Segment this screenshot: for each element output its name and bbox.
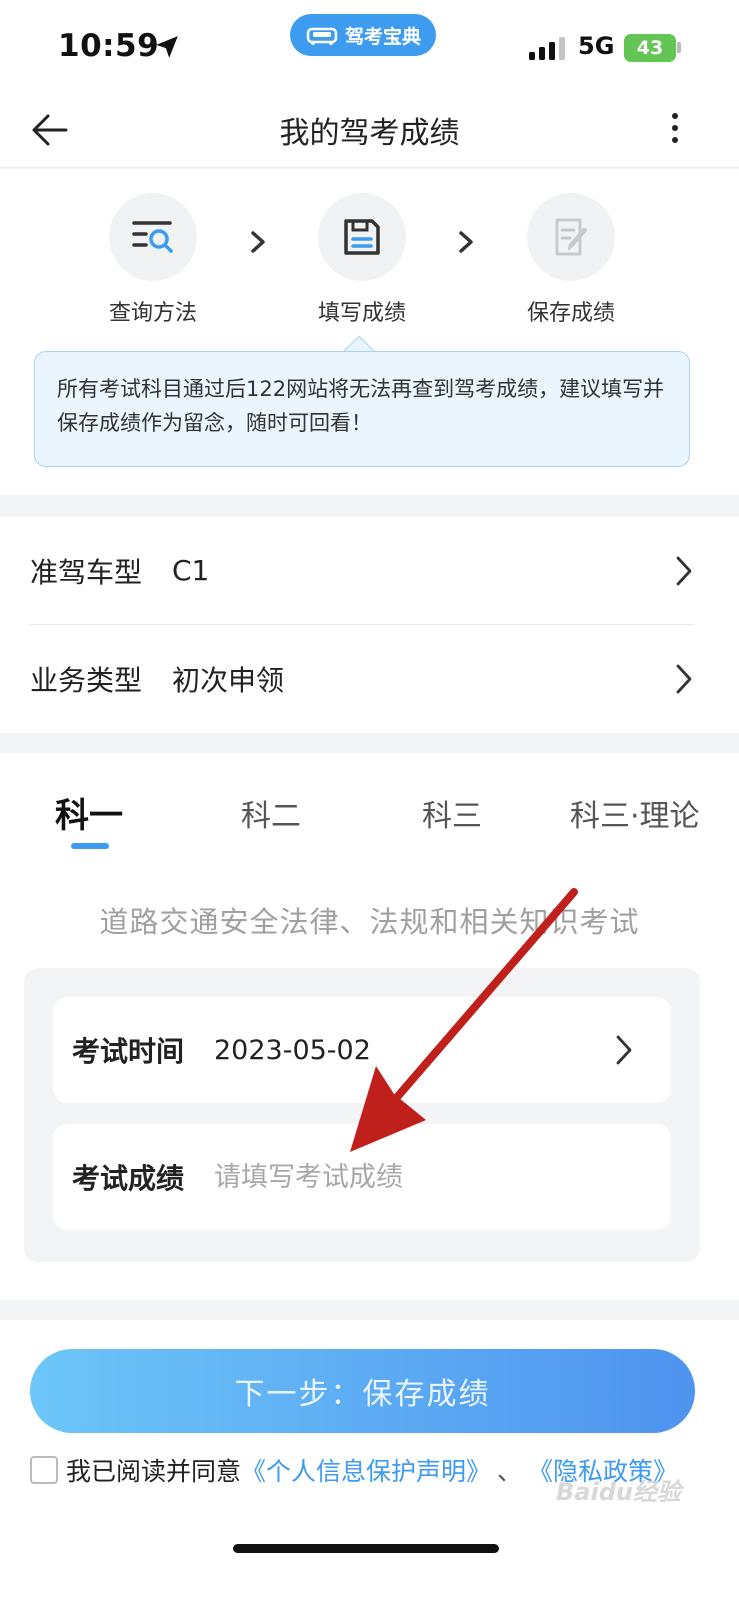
link-separator: 、 — [497, 1457, 523, 1486]
step-fill-score[interactable]: 填写成绩 — [282, 193, 442, 327]
search-list-icon — [132, 221, 173, 253]
agreement-checkbox[interactable] — [30, 1456, 58, 1484]
exam-score-input[interactable] — [214, 1161, 671, 1193]
location-arrow-icon — [156, 36, 178, 58]
step-save-score[interactable]: 保存成绩 — [491, 193, 651, 327]
home-indicator[interactable] — [233, 1544, 499, 1553]
exam-date-value: 2023-05-02 — [214, 1034, 371, 1066]
tip-text: 所有考试科目通过后122网站将无法再查到驾考成绩，建议填写并保存成绩作为留念，随… — [57, 377, 665, 435]
next-save-score-button[interactable]: 下一步：保存成绩 — [30, 1349, 695, 1433]
vehicle-type-row[interactable]: 准驾车型 C1 — [30, 517, 695, 624]
business-type-value: 初次申领 — [172, 663, 285, 697]
business-type-label: 业务类型 — [30, 663, 143, 697]
page-title: 我的驾考成绩 — [279, 116, 460, 151]
cellular-signal-icon — [529, 37, 565, 60]
step-chevron-icon — [251, 231, 265, 253]
chevron-right-icon — [676, 664, 692, 693]
app-return-pill[interactable]: 驾考宝典 — [290, 14, 436, 56]
battery-icon: 43 — [624, 34, 676, 62]
tab-subject-3-theory[interactable]: 科三·理论 — [570, 791, 700, 835]
chevron-right-icon — [616, 1035, 632, 1065]
license-info-section: 准驾车型 C1 业务类型 初次申领 — [0, 517, 739, 733]
network-type: 5G — [578, 32, 615, 60]
step-label: 填写成绩 — [317, 301, 406, 326]
battery-level: 43 — [636, 37, 664, 59]
privacy-statement-link[interactable]: 《个人信息保护声明》 — [241, 1452, 491, 1488]
tab-subject-2[interactable]: 科二 — [241, 791, 301, 835]
tab-subject-1[interactable]: 科一 — [55, 788, 123, 837]
step-icon-circle — [527, 193, 615, 281]
exam-date-label: 考试时间 — [72, 1035, 185, 1068]
step-chevron-icon — [459, 231, 473, 253]
subject-section: 科一 科二 科三 科三·理论 道路交通安全法律、法规和相关知识考试 考试时间 2… — [0, 753, 739, 1300]
step-query-method[interactable]: 查询方法 — [73, 193, 233, 327]
vehicle-type-value: C1 — [172, 554, 210, 587]
exam-date-row[interactable]: 考试时间 2023-05-02 — [53, 997, 671, 1103]
subject-description: 道路交通安全法律、法规和相关知识考试 — [99, 905, 640, 939]
active-tab-indicator — [71, 843, 109, 849]
baidu-watermark: Baidu经验 — [556, 1478, 681, 1506]
car-icon — [306, 27, 338, 45]
nav-bar: 我的驾考成绩 — [0, 96, 739, 168]
step-icon-circle — [109, 193, 197, 281]
agreement-text: 我已阅读并同意 — [66, 1457, 242, 1486]
vehicle-type-label: 准驾车型 — [30, 555, 143, 589]
more-options-icon[interactable] — [660, 108, 690, 152]
save-form-icon — [344, 219, 380, 255]
exam-score-row: 考试成绩 — [53, 1124, 671, 1230]
chevron-right-icon — [676, 556, 692, 585]
bottom-section: 下一步：保存成绩 我已阅读并同意 《个人信息保护声明》 、 《隐私政策》 Bai… — [0, 1320, 739, 1600]
step-label: 查询方法 — [108, 301, 197, 326]
score-form-card: 考试时间 2023-05-02 考试成绩 — [24, 968, 700, 1262]
status-bar: 10:59 驾考宝典 5G 43 — [0, 0, 739, 96]
status-time: 10:59 — [58, 28, 160, 64]
app-name: 驾考宝典 — [344, 25, 421, 48]
step-label: 保存成绩 — [526, 301, 615, 326]
exam-score-label: 考试成绩 — [72, 1162, 185, 1195]
business-type-row[interactable]: 业务类型 初次申领 — [30, 625, 695, 732]
tip-box: 所有考试科目通过后122网站将无法再查到驾考成绩，建议填写并保存成绩作为留念，随… — [34, 351, 690, 467]
battery-cap — [677, 42, 681, 53]
step-icon-circle — [318, 193, 406, 281]
steps-section: 查询方法 填写成绩 保存成绩 所有考试科目通过后122网站将无法再查到驾考成绩，… — [0, 169, 739, 495]
tab-subject-3[interactable]: 科三 — [422, 791, 482, 835]
edit-doc-icon — [555, 218, 588, 256]
